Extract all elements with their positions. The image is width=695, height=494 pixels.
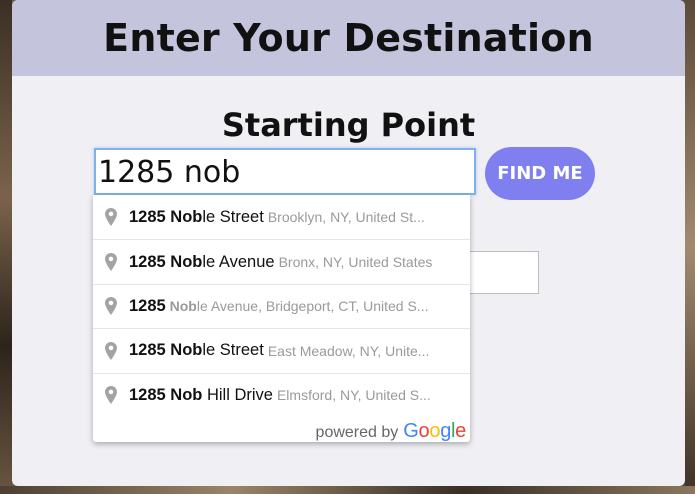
suggestion-secondary-text: Elmsford, NY, United S... <box>276 387 431 404</box>
powered-by-text: powered by <box>315 424 399 441</box>
background-photo-left <box>0 0 12 494</box>
find-me-button[interactable]: FIND ME <box>485 147 595 200</box>
starting-point-input[interactable] <box>94 148 476 195</box>
map-pin-icon <box>93 297 129 316</box>
map-pin-icon <box>93 253 129 272</box>
background-photo-right <box>685 0 695 494</box>
suggestion-main-text: 1285 Noble Street <box>129 207 264 226</box>
suggestion-secondary-text: Bronx, NY, United States <box>278 254 433 271</box>
destination-input[interactable] <box>462 251 539 294</box>
suggestion-secondary-text: Brooklyn, NY, United St... <box>267 209 425 226</box>
map-pin-icon <box>93 208 129 227</box>
suggestion-secondary-text: Noble Avenue, Bridgeport, CT, United S..… <box>169 298 429 315</box>
powered-by-google: powered by Google <box>315 420 467 442</box>
suggestion-item[interactable]: 1285 Nob Hill Drive Elmsford, NY, United… <box>93 372 470 417</box>
suggestion-item[interactable]: 1285 Noble Avenue Bronx, NY, United Stat… <box>93 239 470 283</box>
suggestion-main-text: 1285 Nob Hill Drive <box>129 385 273 404</box>
suggestion-item[interactable]: 1285 Noble Street East Meadow, NY, Unite… <box>93 328 470 372</box>
autocomplete-dropdown: 1285 Noble Street Brooklyn, NY, United S… <box>93 195 470 442</box>
suggestion-main-text: 1285 Noble Avenue <box>129 252 275 271</box>
page-title: Enter Your Destination <box>103 16 594 60</box>
suggestion-main-text: 1285 Noble Street <box>129 341 264 360</box>
suggestion-secondary-text: East Meadow, NY, Unite... <box>267 342 430 359</box>
starting-point-heading: Starting Point <box>221 106 476 144</box>
google-logo: Google <box>403 420 466 442</box>
map-pin-icon <box>93 386 129 405</box>
suggestion-main-text: 1285 <box>129 296 166 315</box>
suggestion-item[interactable]: 1285 Noble Street Brooklyn, NY, United S… <box>93 195 470 239</box>
suggestion-item[interactable]: 1285 Noble Avenue, Bridgeport, CT, Unite… <box>93 283 470 328</box>
background-photo-bottom <box>0 486 695 494</box>
map-pin-icon <box>93 341 129 360</box>
modal-header: Enter Your Destination <box>12 0 685 76</box>
